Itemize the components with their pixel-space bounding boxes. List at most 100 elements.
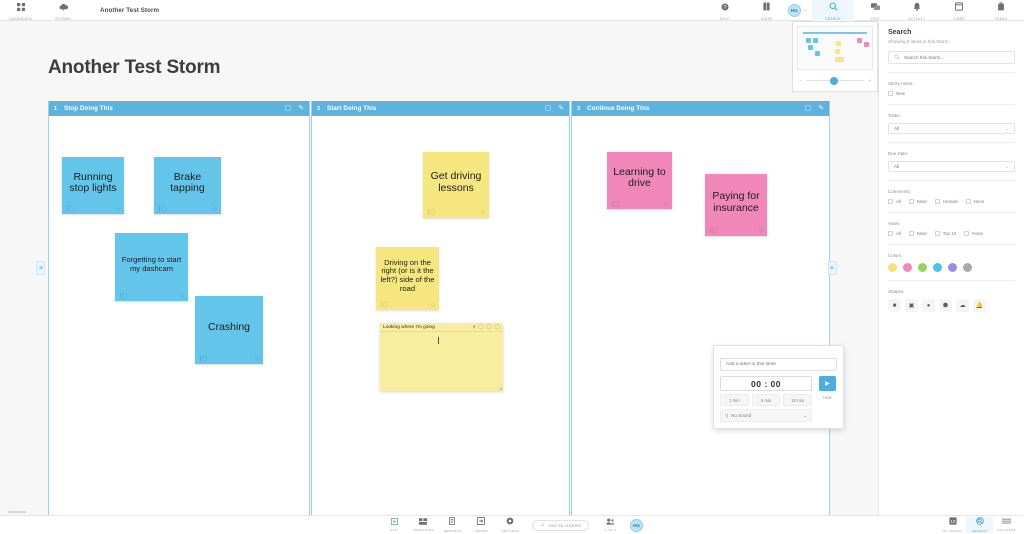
due-date-select[interactable]: All ⌄ bbox=[888, 161, 1015, 172]
minimap[interactable] bbox=[797, 26, 873, 70]
nav-storms[interactable]: STORMS bbox=[42, 0, 84, 21]
checkbox-comments-unread[interactable]: Unread bbox=[934, 199, 958, 204]
sticky-note[interactable]: Learning to drive ⎮◯ ◇ bbox=[607, 152, 672, 209]
note-edit-body[interactable] bbox=[380, 332, 503, 391]
reports-button[interactable]: REPORTS bbox=[439, 517, 466, 533]
collapse-panel-button[interactable]: COLLAPSE bbox=[993, 518, 1020, 532]
tasks-select[interactable]: All ⌄ bbox=[888, 123, 1015, 134]
column-body[interactable]: Running stop lights ⎮◯ ◇ Brake tapping ⎮◯… bbox=[49, 116, 309, 515]
column-start-doing-this[interactable]: 2 Start Doing This ▢ ✎ Get driving lesso… bbox=[311, 101, 570, 515]
note-comment-icon[interactable]: ⎮◯ bbox=[427, 210, 435, 216]
note-icon[interactable]: ▣ bbox=[905, 299, 918, 312]
checkbox-votes-none[interactable]: None bbox=[964, 231, 983, 236]
timer-preset-5min[interactable]: 5 min bbox=[751, 394, 781, 406]
timer-popup[interactable]: 00 : 00 1 min 5 min 10 min ♮) No Sound ⌄… bbox=[713, 345, 844, 429]
comment-icon[interactable]: ◯ bbox=[478, 324, 484, 330]
column-header[interactable]: 2 Start Doing This ▢ ✎ bbox=[312, 101, 569, 116]
sticky-note[interactable]: Crashing ⎮◯ ◇ bbox=[195, 296, 263, 364]
more-icon[interactable]: ◯ bbox=[494, 324, 500, 330]
search-button[interactable]: SEARCH bbox=[812, 0, 854, 21]
column-header[interactable]: 1 Stop Doing This ▢ ✎ bbox=[49, 101, 309, 116]
edit-icon[interactable]: ✎ bbox=[558, 105, 564, 112]
swatch-purple[interactable] bbox=[948, 263, 957, 272]
bell-icon[interactable]: 🔔 bbox=[973, 299, 986, 312]
nav-dashboard[interactable]: DASHBOARD bbox=[0, 0, 42, 21]
square-icon[interactable]: ■ bbox=[888, 299, 901, 312]
vote-icon[interactable]: ◯ bbox=[486, 324, 492, 330]
swatch-pink[interactable] bbox=[903, 263, 912, 272]
zoom-slider[interactable]: – + bbox=[793, 74, 877, 91]
timer-preset-1min[interactable]: 1 min bbox=[720, 394, 749, 406]
color-icon[interactable]: ● bbox=[473, 324, 476, 330]
checkbox-comments-none[interactable]: None bbox=[965, 199, 984, 204]
sticky-note[interactable]: Forgetting to start my dashcam ⎮◯ ◇ bbox=[115, 233, 188, 301]
note-vote-icon[interactable]: ◇ bbox=[759, 228, 763, 234]
zoom-in-icon[interactable]: + bbox=[868, 78, 871, 84]
activity-button[interactable]: ACTIVITY bbox=[896, 0, 938, 21]
note-vote-icon[interactable]: ◇ bbox=[664, 201, 668, 207]
guide-button[interactable]: GUIDE bbox=[746, 0, 788, 21]
zoom-out-icon[interactable]: – bbox=[799, 78, 802, 84]
trash-button[interactable]: TRASH bbox=[980, 0, 1022, 21]
add-note-icon[interactable]: ▢ bbox=[285, 105, 292, 112]
edit-icon[interactable]: ✎ bbox=[818, 105, 824, 112]
add-note-icon[interactable]: ▢ bbox=[545, 105, 552, 112]
note-vote-icon[interactable]: ◇ bbox=[431, 302, 435, 308]
note-comment-icon[interactable]: ⎮◯ bbox=[66, 206, 74, 212]
checkbox-votes-mine[interactable]: Mine bbox=[909, 231, 927, 236]
avatar[interactable]: HG bbox=[630, 518, 644, 532]
timer-hide-link[interactable]: Hide bbox=[823, 395, 832, 400]
swatch-blue[interactable] bbox=[933, 263, 942, 272]
swatch-green[interactable] bbox=[918, 263, 927, 272]
collapse-left-handle[interactable]: ◀ bbox=[36, 261, 45, 275]
search-filter-button[interactable]: SEARCH bbox=[966, 517, 993, 533]
cloud-icon[interactable]: ☁ bbox=[956, 299, 969, 312]
column-stop-doing-this[interactable]: 1 Stop Doing This ▢ ✎ Running stop light… bbox=[48, 101, 310, 515]
chat-button[interactable]: CHAT bbox=[854, 0, 896, 21]
column-body[interactable]: Get driving lessons ⎮◯ ◇ Driving on the r… bbox=[312, 116, 569, 515]
sticky-note-editing[interactable]: Looking where I'm going ● ◯ ◯ ◯ bbox=[380, 323, 503, 391]
note-vote-icon[interactable]: ◇ bbox=[180, 293, 184, 299]
swatch-gray[interactable] bbox=[963, 263, 972, 272]
note-vote-icon[interactable]: ◇ bbox=[255, 356, 259, 362]
sticky-note[interactable]: Driving on the right (or is it the left?… bbox=[376, 247, 439, 310]
swatch-yellow[interactable] bbox=[888, 263, 897, 272]
edit-icon[interactable]: ✎ bbox=[298, 105, 304, 112]
add-note-icon[interactable]: ▢ bbox=[805, 105, 812, 112]
collapse-right-handle[interactable]: ▶ bbox=[828, 261, 837, 275]
note-vote-icon[interactable]: ◇ bbox=[481, 210, 485, 216]
note-vote-icon[interactable]: ◇ bbox=[116, 206, 120, 212]
horizontal-scrollbar[interactable] bbox=[8, 511, 26, 513]
checkbox-votes-all[interactable]: All bbox=[888, 231, 901, 236]
column-header[interactable]: 3 Continue Doing This ▢ ✎ bbox=[572, 101, 829, 116]
templates-button[interactable]: TEMPLATES bbox=[410, 517, 437, 532]
timer-play-button[interactable]: ▶ bbox=[819, 376, 836, 391]
storm-canvas[interactable]: Another Test Storm ◀ ▶ 1 Stop Doing This… bbox=[0, 21, 878, 515]
avatar[interactable]: HG bbox=[787, 3, 801, 17]
my-notes-button[interactable]: 10 MY NOTES bbox=[939, 517, 966, 533]
note-comment-icon[interactable]: ⎮◯ bbox=[709, 228, 717, 234]
sticky-note[interactable]: Paying for insurance ⎮◯ ◇ bbox=[705, 174, 767, 236]
help-button[interactable]: ? HELP bbox=[704, 0, 746, 21]
zoom-knob[interactable] bbox=[830, 76, 839, 85]
search-input[interactable] bbox=[904, 55, 1009, 60]
sticky-note[interactable]: Get driving lessons ⎮◯ ◇ bbox=[423, 152, 489, 218]
note-comment-icon[interactable]: ⎮◯ bbox=[199, 356, 207, 362]
note-vote-icon[interactable]: ◇ bbox=[213, 206, 217, 212]
timer-preset-10min[interactable]: 10 min bbox=[783, 394, 813, 406]
note-comment-icon[interactable]: ⎮◯ bbox=[611, 201, 619, 207]
timer-sound-select[interactable]: ♮) No Sound ⌄ bbox=[720, 409, 812, 422]
sticky-note[interactable]: Brake tapping ⎮◯ ◇ bbox=[154, 157, 221, 214]
hexagon-icon[interactable]: ⬢ bbox=[939, 299, 952, 312]
zoom-track[interactable] bbox=[805, 76, 865, 85]
import-button[interactable]: IMPORT bbox=[468, 517, 495, 533]
checkbox-votes-top10[interactable]: Top 10 bbox=[934, 231, 956, 236]
checkbox-comments-mine[interactable]: Mine bbox=[909, 199, 927, 204]
sticky-note[interactable]: Running stop lights ⎮◯ ◇ bbox=[62, 157, 124, 214]
circle-icon[interactable]: ● bbox=[922, 299, 935, 312]
sidebar-search-box[interactable] bbox=[888, 51, 1015, 64]
note-comment-icon[interactable]: ⎮◯ bbox=[380, 302, 388, 308]
checkbox-new[interactable]: New bbox=[888, 91, 905, 96]
checkbox-comments-all[interactable]: All bbox=[888, 199, 901, 204]
exit-button[interactable]: EXIT bbox=[381, 517, 408, 532]
